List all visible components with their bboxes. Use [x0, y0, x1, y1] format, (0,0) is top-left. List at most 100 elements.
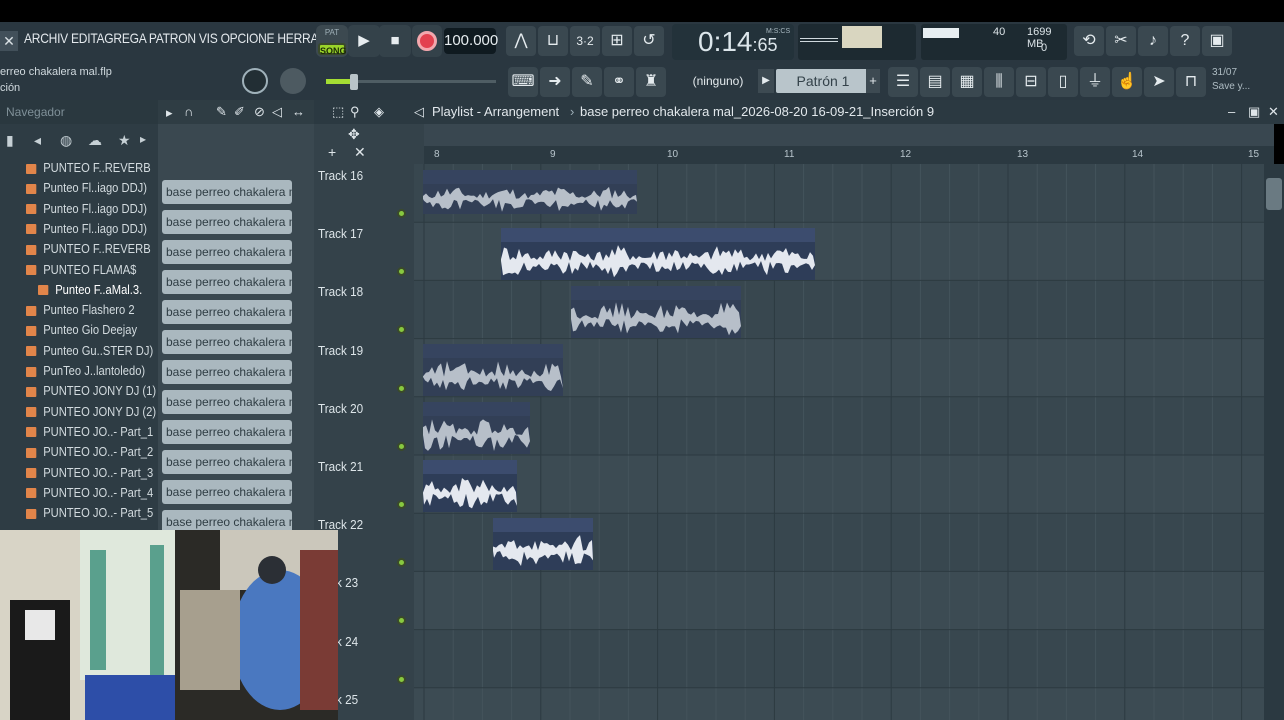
track-mute-led[interactable]: [397, 209, 406, 218]
record-button[interactable]: [412, 25, 442, 57]
cloud-icon[interactable]: ☁: [88, 132, 102, 149]
overview-strip[interactable]: [424, 124, 1274, 146]
star-icon[interactable]: ★: [118, 132, 131, 149]
brush-icon[interactable]: ✎: [572, 67, 602, 97]
channel-button[interactable]: base perreo chakalera m...: [162, 300, 292, 324]
track-mute-led[interactable]: [397, 267, 406, 277]
browser-item[interactable]: Punteo Fl..iago DDJ): [26, 201, 147, 221]
audio-clip[interactable]: ▸ base per...serción 9: [493, 518, 593, 570]
channel-button[interactable]: base perreo chakalera m...: [162, 330, 292, 354]
stamp-icon[interactable]: ♜: [636, 67, 666, 97]
track-mute-led[interactable]: [397, 674, 406, 684]
channel-rack-icon[interactable]: ▦: [952, 67, 982, 97]
plugin-icon[interactable]: ⏚: [1080, 67, 1110, 97]
tempo-display[interactable]: 100.000: [444, 28, 498, 54]
maximize-icon[interactable]: ▣: [1248, 100, 1260, 124]
channel-button[interactable]: base perreo chakalera m...: [162, 480, 292, 504]
snap-selector[interactable]: (ninguno): [688, 71, 748, 91]
browser-item[interactable]: PUNTEO JONY DJ (2): [26, 404, 156, 424]
channel-button[interactable]: base perreo chakalera m...: [162, 360, 292, 384]
arrow-icon[interactable]: ➜: [540, 67, 570, 97]
main-slider[interactable]: [326, 74, 496, 90]
browser-item[interactable]: Punteo Flashero 2: [26, 302, 135, 322]
track-mute-led[interactable]: [397, 383, 406, 393]
channel-button[interactable]: base perreo chakalera m...: [162, 390, 292, 414]
browser-item[interactable]: PunTeo J..lantoledo): [26, 363, 145, 383]
select-icon[interactable]: ⬚: [332, 100, 344, 124]
remove-track-icon[interactable]: ✕: [354, 144, 366, 161]
mixer-icon[interactable]: ⫼: [984, 67, 1014, 97]
track-name[interactable]: Track 17: [318, 226, 363, 241]
news-hint[interactable]: 31/07 Save y...: [1212, 66, 1250, 94]
browser-item[interactable]: Punteo Fl..iago DDJ): [26, 221, 147, 241]
channel-button[interactable]: base perreo chakalera m...: [162, 420, 292, 444]
track-mute-led[interactable]: [397, 325, 406, 335]
vertical-scrollbar[interactable]: [1264, 164, 1284, 720]
close-icon[interactable]: ✕: [0, 31, 18, 51]
undo-icon[interactable]: ⟲: [1074, 26, 1104, 56]
pattern-add-button[interactable]: +: [866, 69, 880, 93]
track-mute-led[interactable]: [397, 441, 406, 451]
master-volume-knob[interactable]: [242, 68, 268, 94]
audio-clip[interactable]: ✕ base perreo chak..10-30_Inserción 9: [571, 286, 741, 338]
minimize-icon[interactable]: –: [1228, 100, 1235, 124]
channel-button[interactable]: base perreo chakalera m...: [162, 210, 292, 234]
track-name[interactable]: Track 18: [318, 284, 363, 299]
globe-icon[interactable]: ◍: [60, 132, 72, 149]
browser-icon[interactable]: ⊟: [1016, 67, 1046, 97]
track-mute-led[interactable]: [397, 558, 406, 568]
help-icon[interactable]: ?: [1170, 26, 1200, 56]
browser-item[interactable]: PUNTEO JO..- Part_4: [26, 485, 153, 505]
add-track-icon[interactable]: +: [328, 144, 336, 160]
expand-arrow-icon[interactable]: ▸: [166, 105, 173, 121]
track-name[interactable]: Track 20: [318, 401, 363, 416]
browser-item[interactable]: PUNTEO JO..- Part_2: [26, 444, 153, 464]
audio-clip[interactable]: ✕ base perreo chakaler..0 16-08-21_Inser…: [423, 170, 637, 214]
track-name[interactable]: Track 19: [318, 343, 363, 358]
browser-item[interactable]: PUNTEO JO..- Part_5: [26, 505, 153, 525]
track-mute-led[interactable]: [397, 500, 406, 509]
project-icon[interactable]: ▯: [1048, 67, 1078, 97]
scroll-thumb[interactable]: [1266, 178, 1282, 210]
audio-clip[interactable]: ▸ base perreo chakalera mal_2026-08-20 1…: [501, 228, 815, 280]
piano-icon[interactable]: ⌨: [508, 67, 538, 97]
metronome-icon[interactable]: ⋀: [506, 26, 536, 56]
midi-icon[interactable]: ➤: [1144, 67, 1174, 97]
wait-input-icon[interactable]: ⊔: [538, 26, 568, 56]
draw-icon[interactable]: ✎: [216, 104, 227, 120]
move-icon[interactable]: ✥: [348, 126, 360, 143]
magnet-icon[interactable]: ∩: [184, 104, 193, 119]
slip-icon[interactable]: ↔: [292, 104, 305, 119]
audio-clip[interactable]: ✕ base perr..Inserción 9: [423, 402, 530, 454]
playlist-icon[interactable]: ☰: [888, 67, 918, 97]
countdown-icon[interactable]: 3·2: [570, 26, 600, 56]
link-icon[interactable]: ⚭: [604, 67, 634, 97]
timeline-ruler[interactable]: 8 9 10 11 12 13 14 15: [424, 146, 1274, 164]
touch-icon[interactable]: ☝: [1112, 67, 1142, 97]
browser-item[interactable]: PUNTEO F..REVERB: [26, 241, 151, 261]
track-name[interactable]: k 24: [336, 634, 358, 649]
shop-icon[interactable]: ⊓: [1176, 67, 1206, 97]
master-pitch-knob[interactable]: [280, 68, 306, 94]
browser-item[interactable]: PUNTEO F..REVERB: [26, 160, 151, 180]
time-display[interactable]: M:S:CS 0:14:65: [672, 24, 794, 60]
loop-record-icon[interactable]: ↺: [634, 26, 664, 56]
audition-icon[interactable]: ◈: [374, 100, 384, 124]
paint-icon[interactable]: ✐: [234, 104, 245, 120]
play-button[interactable]: ▶: [348, 25, 380, 57]
channel-button[interactable]: base perreo chakalera m...: [162, 180, 292, 204]
delete-icon[interactable]: ⊘: [254, 104, 265, 120]
browser-item[interactable]: PUNTEO JO..- Part_1: [26, 424, 153, 444]
blend-notes-icon[interactable]: ⊞: [602, 26, 632, 56]
browser-item[interactable]: Punteo Gu..STER DJ): [26, 343, 153, 363]
stop-button[interactable]: ■: [379, 25, 411, 57]
channel-button[interactable]: base perreo chakalera m...: [162, 270, 292, 294]
track-name[interactable]: Track 16: [318, 168, 363, 183]
mic-icon[interactable]: ♪: [1138, 26, 1168, 56]
channel-button[interactable]: base perreo chakalera m...: [162, 450, 292, 474]
browser-item[interactable]: Punteo Gio Deejay: [26, 322, 137, 342]
speaker-icon[interactable]: ◂: [34, 132, 41, 149]
zoom-icon[interactable]: ⚲: [350, 100, 360, 124]
cut-icon[interactable]: ✂: [1106, 26, 1136, 56]
browser-item[interactable]: PUNTEO FLAMA$: [26, 262, 136, 282]
